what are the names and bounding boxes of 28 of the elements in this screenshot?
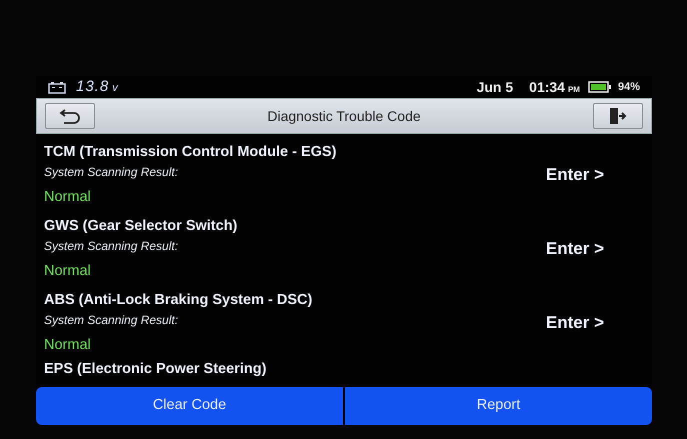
- screen-title: Diagnostic Trouble Code: [266, 106, 422, 126]
- battery-percent: 94%: [618, 80, 640, 95]
- return-arrow-icon: [59, 108, 81, 124]
- result-label: System Scanning Result:: [44, 312, 180, 329]
- system-name: TCM (Transmission Control Module - EGS): [44, 143, 338, 161]
- result-status: Normal: [44, 336, 92, 355]
- voltage-reading: 13.8: [76, 76, 110, 97]
- enter-link[interactable]: Enter >: [546, 162, 604, 188]
- enter-link[interactable]: Enter >: [546, 236, 604, 262]
- report-button[interactable]: Report: [345, 387, 652, 425]
- time-label: 01:34: [529, 78, 565, 96]
- voltage-unit: v: [112, 80, 118, 96]
- car-battery-icon: [48, 80, 66, 94]
- result-label: System Scanning Result:: [44, 164, 180, 181]
- exit-door-icon: [608, 107, 628, 125]
- battery-icon: [588, 81, 612, 93]
- system-name: ABS (Anti-Lock Braking System - DSC): [44, 291, 314, 309]
- clear-code-button[interactable]: Clear Code: [36, 387, 343, 425]
- enter-link[interactable]: Enter >: [546, 310, 604, 336]
- back-button[interactable]: [45, 103, 95, 129]
- system-name: EPS (Electronic Power Steering): [44, 360, 268, 378]
- result-status: Normal: [44, 188, 92, 207]
- system-name: GWS (Gear Selector Switch): [44, 217, 238, 235]
- exit-button[interactable]: [593, 103, 643, 129]
- date-label: Jun 5: [476, 78, 514, 96]
- result-label: System Scanning Result:: [44, 238, 180, 255]
- meridiem-label: PM: [568, 84, 580, 96]
- result-status: Normal: [44, 262, 92, 281]
